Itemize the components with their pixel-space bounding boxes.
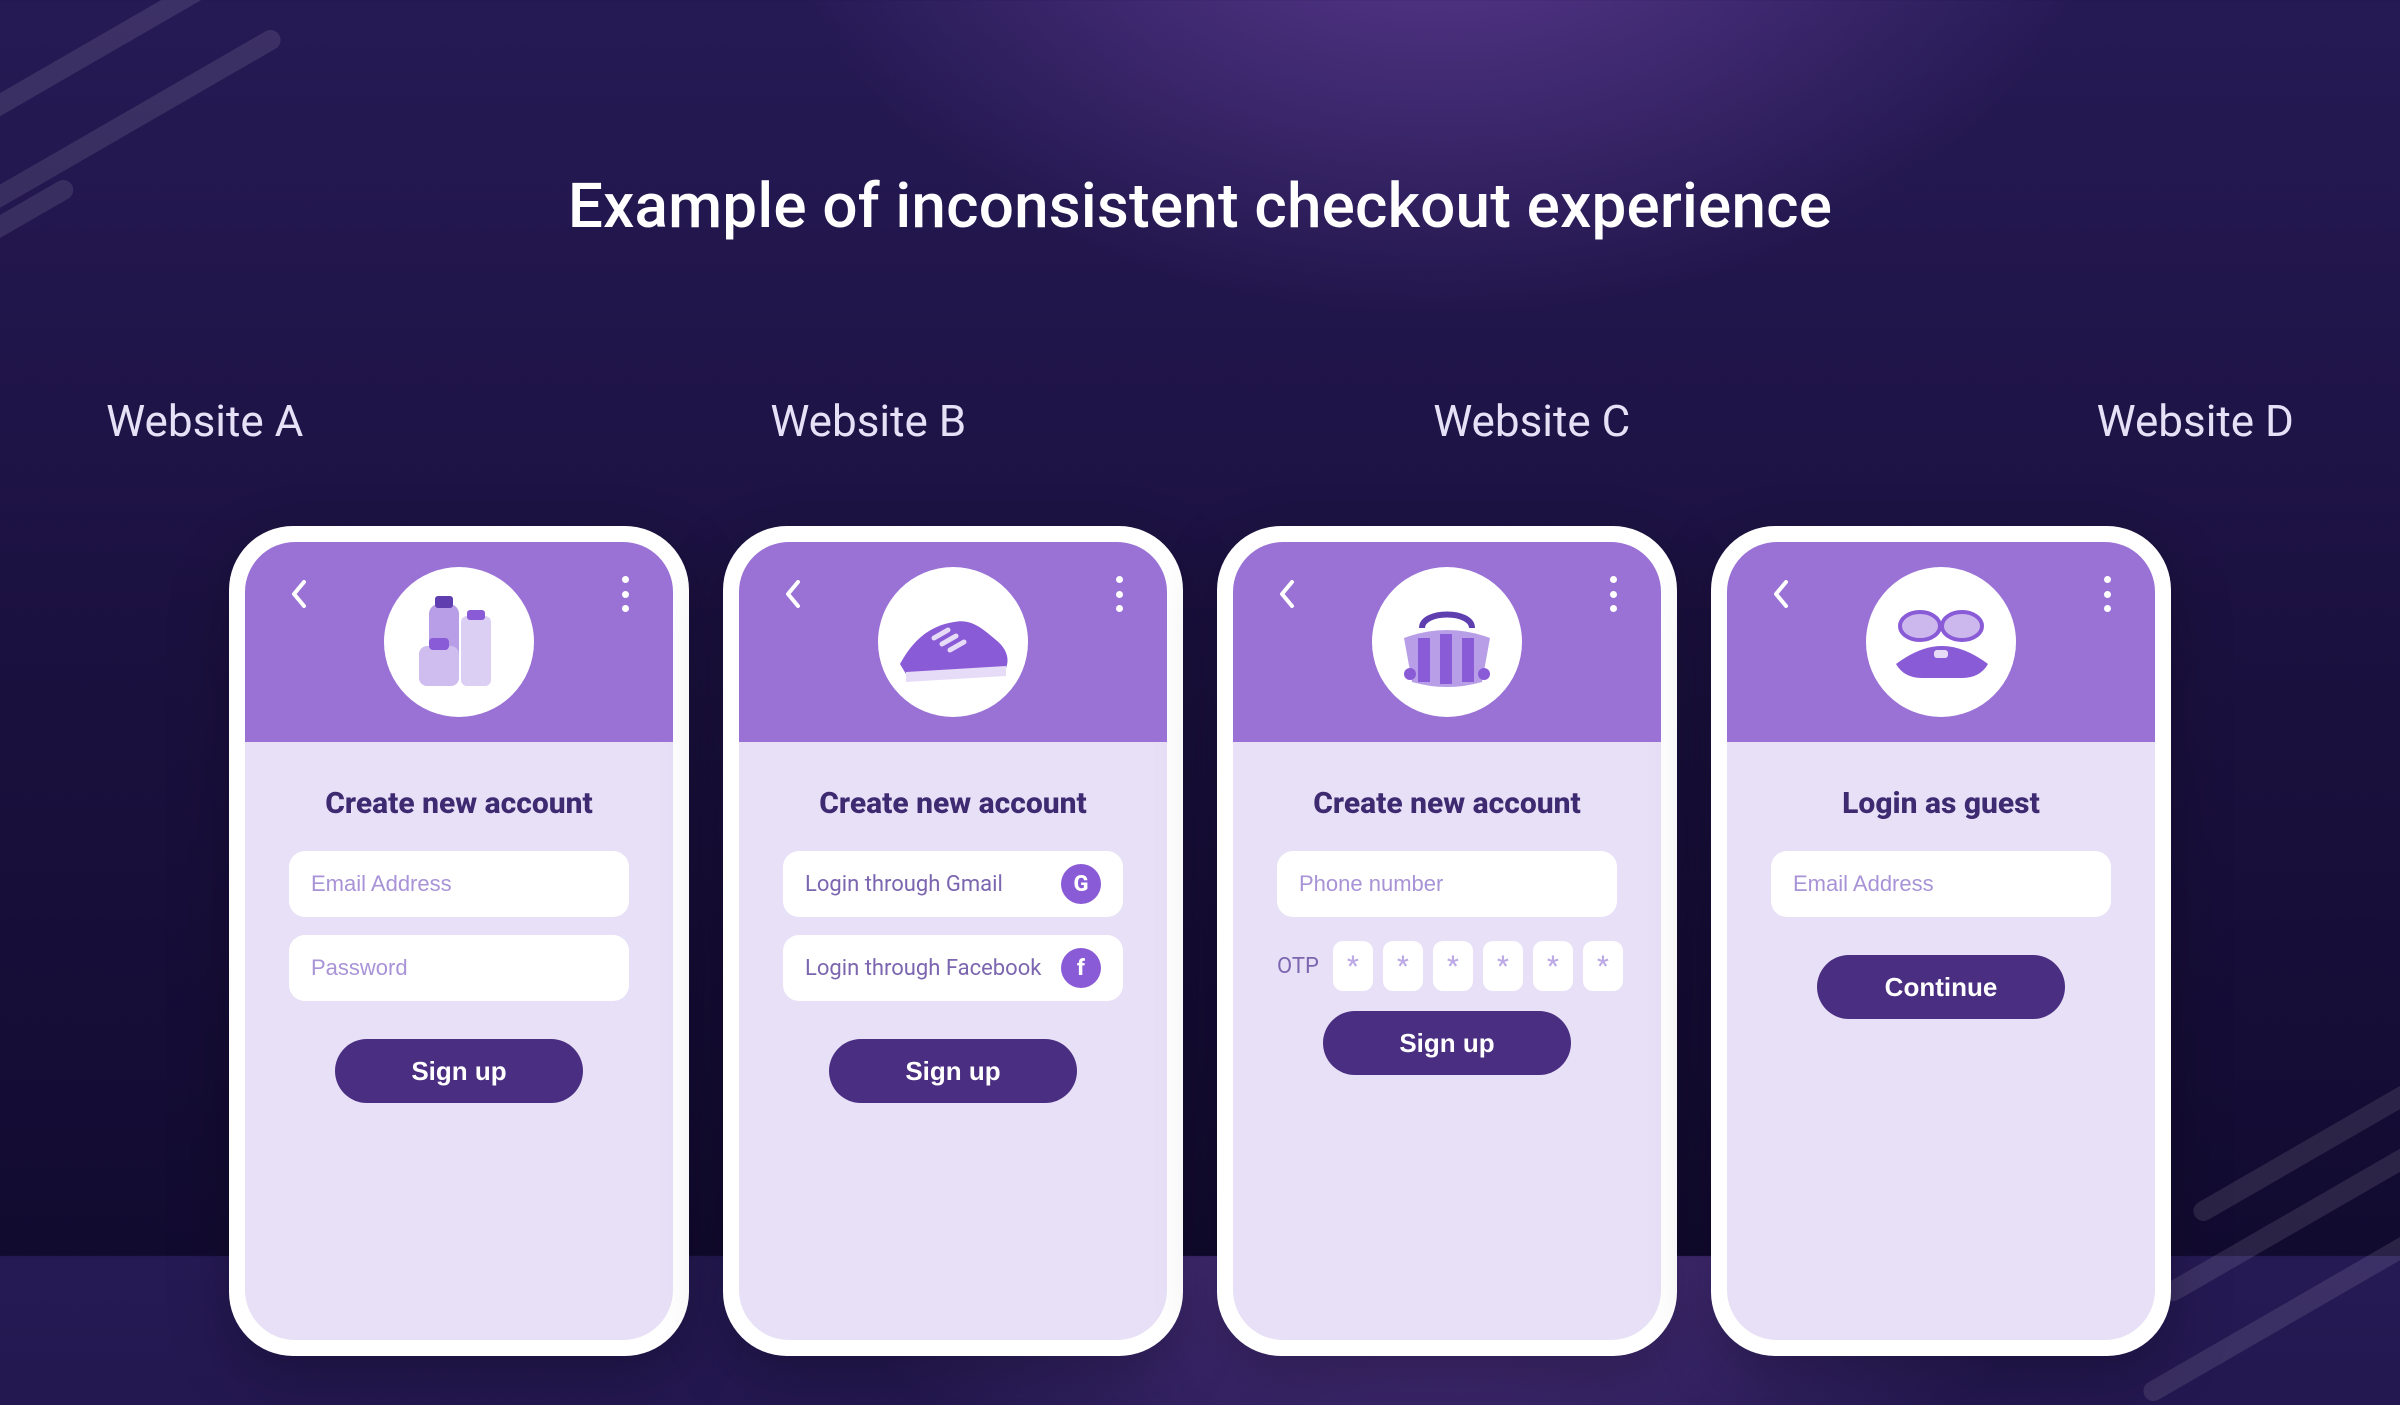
gmail-login-label: Login through Gmail — [805, 872, 1049, 897]
screen-content-b: Create new account Login through Gmail G… — [739, 742, 1167, 1340]
facebook-login-label: Login through Facebook — [805, 956, 1049, 981]
email-field[interactable] — [1771, 851, 2111, 917]
chevron-left-icon — [781, 580, 805, 608]
facebook-login-row[interactable]: Login through Facebook f — [783, 935, 1123, 1001]
back-button[interactable] — [277, 572, 321, 616]
signup-button[interactable]: Sign up — [335, 1039, 583, 1103]
otp-box[interactable]: * — [1383, 941, 1423, 991]
content-heading: Login as guest — [1842, 786, 2040, 821]
content-heading: Create new account — [325, 786, 592, 821]
chevron-left-icon — [1275, 580, 1299, 608]
otp-box[interactable]: * — [1333, 941, 1373, 991]
handbag-icon — [1382, 582, 1512, 702]
continue-button[interactable]: Continue — [1817, 955, 2065, 1019]
website-label-d: Website D — [1991, 395, 2400, 447]
email-input[interactable] — [311, 871, 607, 897]
otp-boxes: * * * * * * — [1333, 941, 1623, 991]
phone-website-b: Create new account Login through Gmail G… — [723, 526, 1183, 1356]
screen-content-d: Login as guest Continue — [1727, 742, 2155, 1340]
website-label-a: Website A — [0, 395, 410, 447]
screen-a: Create new account Sign up — [245, 542, 673, 1340]
gmail-login-row[interactable]: Login through Gmail G — [783, 851, 1123, 917]
product-avatar-sneaker — [878, 567, 1028, 717]
signup-button[interactable]: Sign up — [829, 1039, 1077, 1103]
website-label-c: Website C — [1327, 395, 1737, 447]
website-labels-row: Website A Website B Website C Website D — [0, 395, 2400, 447]
screen-c: Create new account OTP * * * * * * Sign … — [1233, 542, 1661, 1340]
screen-header-d — [1727, 542, 2155, 742]
otp-box[interactable]: * — [1433, 941, 1473, 991]
chevron-left-icon — [1769, 580, 1793, 608]
kebab-menu[interactable] — [1101, 568, 1137, 620]
phone-input[interactable] — [1299, 871, 1595, 897]
gmail-icon: G — [1061, 864, 1101, 904]
sneaker-icon — [888, 582, 1018, 702]
otp-label: OTP — [1277, 954, 1319, 979]
screen-d: Login as guest Continue — [1727, 542, 2155, 1340]
glasses-icon — [1876, 582, 2006, 702]
facebook-icon: f — [1061, 948, 1101, 988]
chevron-left-icon — [287, 580, 311, 608]
screen-content-c: Create new account OTP * * * * * * Sign … — [1233, 742, 1661, 1340]
product-avatar-toiletries — [384, 567, 534, 717]
email-field[interactable] — [289, 851, 629, 917]
signup-button[interactable]: Sign up — [1323, 1011, 1571, 1075]
kebab-menu[interactable] — [2089, 568, 2125, 620]
screen-header-c — [1233, 542, 1661, 742]
otp-row: OTP * * * * * * — [1277, 941, 1617, 991]
screen-b: Create new account Login through Gmail G… — [739, 542, 1167, 1340]
kebab-menu[interactable] — [1595, 568, 1631, 620]
website-label-b: Website B — [664, 395, 1074, 447]
screen-content-a: Create new account Sign up — [245, 742, 673, 1340]
kebab-menu[interactable] — [607, 568, 643, 620]
phone-website-a: Create new account Sign up — [229, 526, 689, 1356]
back-button[interactable] — [1265, 572, 1309, 616]
phone-field[interactable] — [1277, 851, 1617, 917]
phones-row: Create new account Sign up — [0, 526, 2400, 1356]
toiletries-icon — [399, 582, 519, 702]
back-button[interactable] — [1759, 572, 1803, 616]
product-avatar-handbag — [1372, 567, 1522, 717]
password-input[interactable] — [311, 955, 607, 981]
email-input[interactable] — [1793, 871, 2089, 897]
otp-box[interactable]: * — [1483, 941, 1523, 991]
content-heading: Create new account — [819, 786, 1086, 821]
otp-box[interactable]: * — [1583, 941, 1623, 991]
phone-website-c: Create new account OTP * * * * * * Sign … — [1217, 526, 1677, 1356]
product-avatar-glasses — [1866, 567, 2016, 717]
phone-website-d: Login as guest Continue — [1711, 526, 2171, 1356]
content-heading: Create new account — [1313, 786, 1580, 821]
screen-header-a — [245, 542, 673, 742]
screen-header-b — [739, 542, 1167, 742]
password-field[interactable] — [289, 935, 629, 1001]
page-title: Example of inconsistent checkout experie… — [0, 170, 2400, 243]
back-button[interactable] — [771, 572, 815, 616]
otp-box[interactable]: * — [1533, 941, 1573, 991]
